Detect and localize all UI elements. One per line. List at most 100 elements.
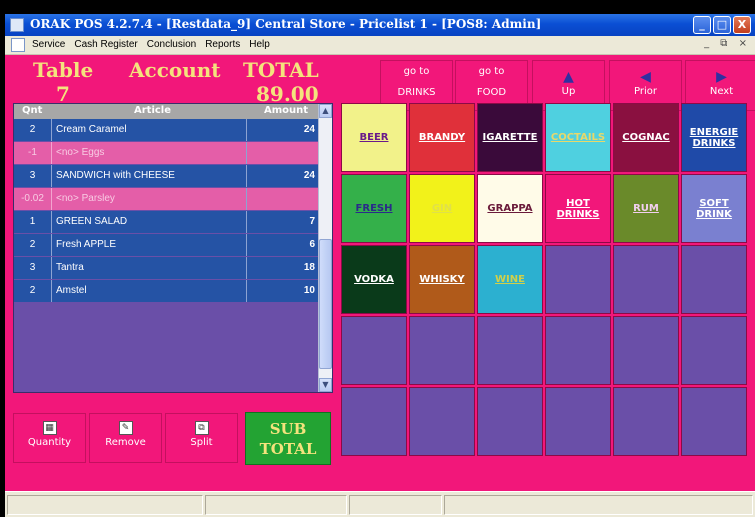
app-icon: [10, 18, 24, 32]
split-label: Split: [190, 437, 213, 448]
row-article: Tantra: [56, 262, 84, 273]
empty-category-slot[interactable]: [477, 387, 543, 456]
order-row[interactable]: -0.02 <no> Parsley: [14, 188, 319, 210]
split-button[interactable]: ⧉ Split: [165, 413, 238, 463]
empty-category-slot[interactable]: [545, 316, 611, 385]
subtotal-line2: TOTAL: [259, 440, 317, 458]
pos-main-area: Table 7 Account TOTAL 89.00 go to DRINKS…: [5, 55, 755, 491]
row-divider: [246, 119, 247, 141]
menu-reports[interactable]: Reports: [205, 39, 240, 50]
empty-category-slot[interactable]: [613, 245, 679, 314]
menu-cash-register[interactable]: Cash Register: [74, 39, 137, 50]
row-divider: [246, 211, 247, 233]
category-button-fresh[interactable]: FRESH: [341, 174, 407, 243]
status-pane-3: [349, 495, 442, 515]
empty-category-slot[interactable]: [409, 387, 475, 456]
remove-button[interactable]: ✎ Remove: [89, 413, 162, 463]
table-label: Table: [33, 58, 94, 82]
order-row[interactable]: -1 <no> Eggs: [14, 142, 319, 164]
column-qnt: Qnt: [22, 105, 43, 116]
menu-service[interactable]: Service: [32, 39, 65, 50]
empty-category-slot[interactable]: [681, 245, 747, 314]
window-title: ORAK POS 4.2.7.4 - [Restdata_9] Central …: [30, 17, 542, 31]
title-bar[interactable]: ORAK POS 4.2.7.4 - [Restdata_9] Central …: [5, 14, 755, 36]
category-button-energie-drinks[interactable]: ENERGIE DRINKS: [681, 103, 747, 172]
category-button-whisky[interactable]: WHISKY: [409, 245, 475, 314]
status-pane-1: [7, 495, 203, 515]
category-button-cognac[interactable]: COGNAC: [613, 103, 679, 172]
row-article: SANDWICH with CHEESE: [56, 170, 175, 181]
category-button-beer[interactable]: BEER: [341, 103, 407, 172]
row-article: Fresh APPLE: [56, 239, 117, 250]
subtotal-button[interactable]: SUB TOTAL: [245, 412, 331, 465]
category-button-rum[interactable]: RUM: [613, 174, 679, 243]
scroll-up-icon[interactable]: ▲: [319, 104, 332, 118]
scroll-down-icon[interactable]: ▼: [319, 378, 332, 392]
menu-bar: Service Cash Register Conclusion Reports…: [5, 36, 755, 55]
row-article: GREEN SALAD: [56, 216, 128, 227]
menu-conclusion[interactable]: Conclusion: [147, 39, 196, 50]
order-scrollbar[interactable]: ▲ ▼: [318, 104, 332, 392]
order-row[interactable]: 3 SANDWICH with CHEESE 24: [14, 165, 319, 187]
remove-label: Remove: [105, 437, 146, 448]
menu-help[interactable]: Help: [249, 39, 270, 50]
account-label: Account: [129, 58, 221, 82]
mdi-controls[interactable]: _ ⧉ ×: [704, 38, 751, 49]
minimize-button[interactable]: _: [693, 16, 711, 34]
row-quantity: 2: [14, 119, 52, 141]
empty-category-slot[interactable]: [613, 387, 679, 456]
scroll-thumb[interactable]: [319, 239, 332, 369]
order-table[interactable]: Qnt Article Amount 2 Cream Caramel 24 -1 <no…: [13, 103, 333, 393]
row-quantity: 3: [14, 165, 52, 187]
category-button-gin[interactable]: GIN: [409, 174, 475, 243]
row-divider: [246, 142, 247, 164]
row-amount: 18: [303, 262, 315, 273]
order-row[interactable]: 2 Fresh APPLE 6: [14, 234, 319, 256]
quantity-label: Quantity: [27, 437, 72, 448]
next-label: Next: [709, 86, 734, 97]
right-arrow-icon: ▶: [716, 69, 727, 85]
remove-icon: ✎: [118, 421, 133, 435]
order-row[interactable]: 2 Cream Caramel 24: [14, 119, 319, 141]
go-to-drinks-line2: DRINKS: [397, 87, 436, 98]
row-divider: [246, 257, 247, 279]
row-article: Cream Caramel: [56, 124, 127, 135]
category-button-vodka[interactable]: VODKA: [341, 245, 407, 314]
quantity-button[interactable]: ▦ Quantity: [13, 413, 86, 463]
category-button-hot-drinks[interactable]: HOT DRINKS: [545, 174, 611, 243]
total-label: TOTAL: [243, 58, 319, 82]
go-to-food-line1: go to: [478, 66, 505, 77]
empty-category-slot[interactable]: [545, 245, 611, 314]
empty-category-slot[interactable]: [341, 316, 407, 385]
close-button[interactable]: X: [733, 16, 751, 34]
maximize-button[interactable]: □: [713, 16, 731, 34]
row-article: Amstel: [56, 285, 87, 296]
order-row[interactable]: 1 GREEN SALAD 7: [14, 211, 319, 233]
category-button-coctails[interactable]: COCTAILS: [545, 103, 611, 172]
go-to-drinks-line1: go to: [403, 66, 430, 77]
category-button-grappa[interactable]: GRAPPA: [477, 174, 543, 243]
empty-category-slot[interactable]: [613, 316, 679, 385]
order-row[interactable]: 3 Tantra 18: [14, 257, 319, 279]
row-amount: 24: [303, 170, 315, 181]
status-pane-4: [444, 495, 753, 515]
empty-category-slot[interactable]: [409, 316, 475, 385]
document-icon[interactable]: [11, 38, 25, 52]
row-quantity: 3: [14, 257, 52, 279]
pos-window: ORAK POS 4.2.7.4 - [Restdata_9] Central …: [5, 14, 755, 517]
row-article: <no> Parsley: [56, 193, 115, 204]
empty-category-slot[interactable]: [545, 387, 611, 456]
category-button-soft-drink[interactable]: SOFT DRINK: [681, 174, 747, 243]
calculator-icon: ▦: [42, 421, 57, 435]
empty-category-slot[interactable]: [681, 387, 747, 456]
empty-category-slot[interactable]: [341, 387, 407, 456]
empty-category-slot[interactable]: [477, 316, 543, 385]
row-article: <no> Eggs: [56, 147, 105, 158]
row-quantity: -1: [14, 142, 52, 164]
category-button-brandy[interactable]: BRANDY: [409, 103, 475, 172]
category-button-igarette[interactable]: IGARETTE: [477, 103, 543, 172]
order-row[interactable]: 2 Amstel 10: [14, 280, 319, 302]
category-button-wine[interactable]: WINE: [477, 245, 543, 314]
empty-category-slot[interactable]: [681, 316, 747, 385]
status-pane-2: [205, 495, 347, 515]
